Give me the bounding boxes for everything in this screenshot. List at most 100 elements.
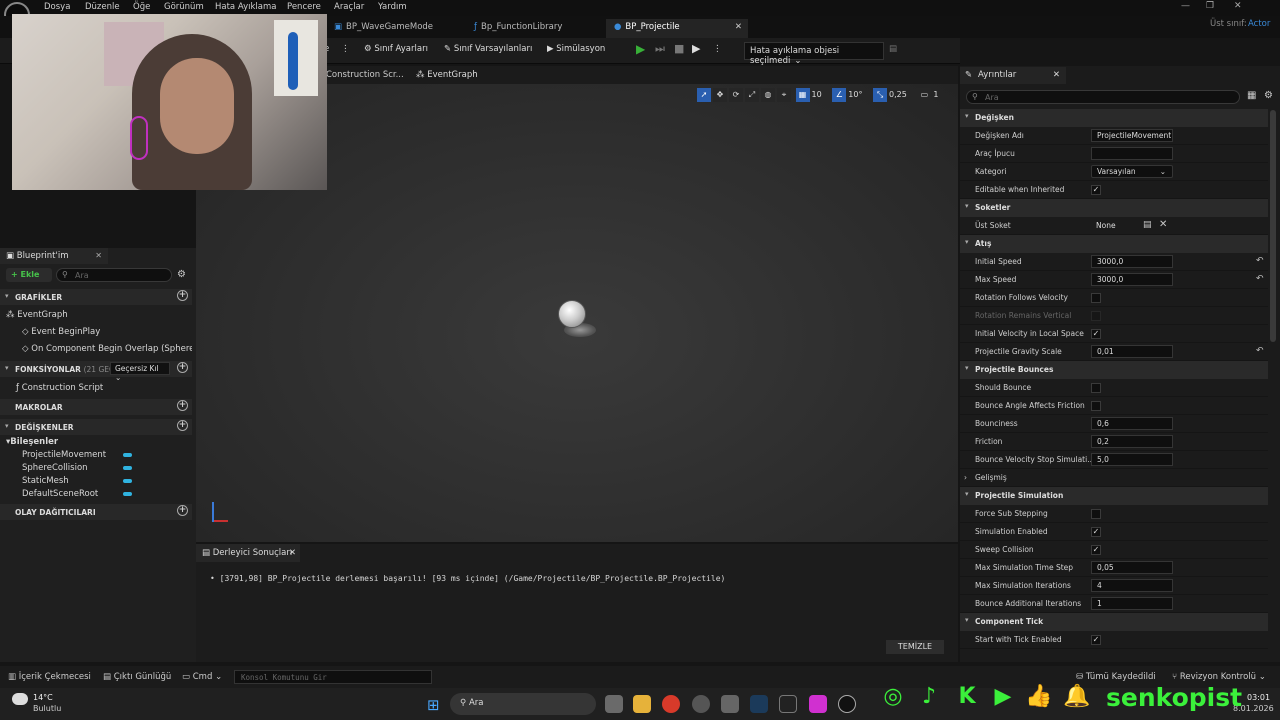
clear-socket-icon[interactable]: ✕	[1159, 219, 1167, 230]
more-options-icon[interactable]: ⋮	[341, 44, 350, 54]
stop-icon[interactable]: ■	[674, 42, 684, 55]
class-defaults-button[interactable]: ✎ Sınıf Varsayılanları	[444, 44, 532, 54]
grid-snap-icon[interactable]: ▦	[795, 88, 810, 102]
max-time-step-input[interactable]: 0,05	[1091, 561, 1173, 574]
task-view-icon[interactable]	[605, 695, 623, 713]
rotate-icon[interactable]: ⟳	[729, 88, 743, 102]
variable-item[interactable]: ProjectileMovement	[22, 450, 106, 460]
tab-eventgraph[interactable]: ⁂ EventGraph	[416, 70, 478, 80]
category-dropdown[interactable]: Varsayılan ⌄	[1091, 165, 1173, 178]
sweep-collision-checkbox[interactable]: ✓	[1091, 545, 1101, 555]
clear-button[interactable]: TEMİZLE	[886, 640, 944, 654]
scale-snap-value[interactable]: 0,25	[889, 90, 907, 99]
blueprint-search-input[interactable]: ⚲ Ara	[56, 268, 172, 282]
weather-text[interactable]: Bulutlu	[33, 704, 61, 713]
scale-snap-icon[interactable]: ⤡	[873, 88, 888, 102]
chrome-icon[interactable]	[662, 695, 680, 713]
clock-time[interactable]: 03:01	[1247, 693, 1270, 702]
macros-section[interactable]: MAKROLAR +	[0, 399, 192, 415]
simulation-button[interactable]: ▶ Simülasyon	[547, 44, 605, 54]
variable-item[interactable]: SphereCollision	[22, 463, 88, 473]
menu-window[interactable]: Pencere	[287, 2, 321, 12]
maximize-icon[interactable]: ❐	[1206, 1, 1214, 11]
tab-construction-script[interactable]: Construction Scr...	[326, 70, 404, 80]
class-settings-button[interactable]: ⚙ Sınıf Ayarları	[364, 44, 428, 54]
projectile-sphere-mesh[interactable]	[558, 300, 586, 328]
unreal-engine-icon[interactable]	[838, 695, 856, 713]
cmd-dropdown[interactable]: ▭ Cmd ⌄	[182, 672, 222, 682]
select-mode-icon[interactable]: ➚	[697, 88, 711, 102]
add-function-icon[interactable]: +	[177, 362, 188, 373]
close-tab-icon[interactable]: ✕	[735, 22, 742, 32]
section-shot[interactable]: ▾ Atış	[960, 235, 1268, 253]
add-variable-icon[interactable]: +	[177, 420, 188, 431]
scale-icon[interactable]: ⤢	[745, 88, 759, 102]
simulation-enabled-checkbox[interactable]: ✓	[1091, 527, 1101, 537]
save-all-status[interactable]: ⛁ Tümü Kaydedildi	[1076, 672, 1156, 682]
console-command-input[interactable]: Konsol Komutunu Gir	[234, 670, 432, 684]
rotation-follows-checkbox[interactable]	[1091, 293, 1101, 303]
details-scrollbar[interactable]	[1270, 110, 1276, 342]
content-drawer-button[interactable]: ▥ İçerik Çekmecesi	[8, 672, 91, 682]
menu-file[interactable]: Dosya	[44, 2, 70, 12]
details-search-input[interactable]: ⚲ Ara	[966, 90, 1240, 104]
tab-bp-projectile[interactable]: ● BP_Projectile ✕	[606, 19, 748, 38]
event-beginplay-item[interactable]: ◇ Event BeginPlay	[22, 327, 100, 337]
menu-help[interactable]: Yardım	[378, 2, 407, 12]
surface-snap-icon[interactable]: ⌖	[777, 88, 791, 102]
rotation-snap-icon[interactable]: ∠	[832, 88, 847, 102]
close-tab-icon[interactable]: ✕	[289, 548, 296, 558]
play-icon[interactable]: ▶	[636, 42, 645, 56]
browse-socket-icon[interactable]: ▤	[1143, 220, 1152, 230]
camera-speed-icon[interactable]: ▭	[917, 88, 932, 102]
sub-stepping-checkbox[interactable]	[1091, 509, 1101, 519]
eventgraph-item[interactable]: ⁂ EventGraph	[6, 310, 68, 320]
step-icon[interactable]: ⏭	[655, 42, 665, 56]
bounciness-input[interactable]: 0,6	[1091, 417, 1173, 430]
reset-icon[interactable]: ↶	[1256, 256, 1264, 266]
event-overlap-item[interactable]: ◇ On Component Begin Overlap (SphereCol	[22, 344, 192, 354]
bounce-angle-checkbox[interactable]	[1091, 401, 1101, 411]
initial-velocity-local-checkbox[interactable]: ✓	[1091, 329, 1101, 339]
variable-item[interactable]: StaticMesh	[22, 476, 69, 486]
add-dispatcher-icon[interactable]: +	[177, 505, 188, 516]
gear-icon[interactable]: ⚙	[1264, 90, 1273, 101]
editable-checkbox[interactable]: ✓	[1091, 185, 1101, 195]
start-tick-checkbox[interactable]: ✓	[1091, 635, 1101, 645]
variables-section[interactable]: ▾ DEĞİŞKENLER +	[0, 419, 192, 435]
details-tab[interactable]: ✎ Ayrıntılar ✕	[960, 67, 1066, 84]
initial-speed-input[interactable]: 3000,0	[1091, 255, 1173, 268]
compiler-results-tab[interactable]: ▤ Derleyici Sonuçları ✕	[196, 544, 300, 562]
add-button[interactable]: + Ekle	[6, 268, 52, 282]
variable-name-input[interactable]: ProjectileMovement	[1091, 129, 1173, 142]
tab-functionlibrary[interactable]: ƒ Bp_FunctionLibrary	[466, 19, 606, 38]
menu-actor[interactable]: Öğe	[133, 2, 150, 12]
obs-icon[interactable]	[809, 695, 827, 713]
epic-games-icon[interactable]	[779, 695, 797, 713]
play-options-icon[interactable]: ⋮	[713, 44, 722, 54]
add-macro-icon[interactable]: +	[177, 400, 188, 411]
variable-item[interactable]: DefaultSceneRoot	[22, 489, 98, 499]
max-iterations-input[interactable]: 4	[1091, 579, 1173, 592]
gear-icon[interactable]: ⚙	[177, 269, 186, 280]
section-bounces[interactable]: ▾ Projectile Bounces	[960, 361, 1268, 379]
revision-control-button[interactable]: ⑂ Revizyon Kontrolü ⌄	[1172, 672, 1266, 682]
tooltip-input[interactable]	[1091, 147, 1173, 160]
close-tab-icon[interactable]: ✕	[95, 251, 102, 260]
my-blueprint-tab[interactable]: ▣ Blueprint'im ✕	[0, 248, 108, 264]
max-speed-input[interactable]: 3000,0	[1091, 273, 1173, 286]
eject-play-icon[interactable]: ▶	[692, 42, 700, 55]
section-variable[interactable]: ▾ Değişken	[960, 109, 1268, 127]
construction-script-item[interactable]: ƒ Construction Script	[16, 383, 103, 393]
windows-start-icon[interactable]: ⊞	[427, 696, 440, 714]
reset-icon[interactable]: ↶	[1256, 274, 1264, 284]
bounce-iterations-input[interactable]: 1	[1091, 597, 1173, 610]
debug-browse-icon[interactable]: ▤	[889, 44, 897, 54]
bounce-stop-input[interactable]: 5,0	[1091, 453, 1173, 466]
minimize-icon[interactable]: —	[1181, 1, 1190, 11]
graphs-section[interactable]: ▾ GRAFİKLER +	[0, 289, 192, 305]
section-component-tick[interactable]: ▾ Component Tick	[960, 613, 1268, 631]
friction-input[interactable]: 0,2	[1091, 435, 1173, 448]
should-bounce-checkbox[interactable]	[1091, 383, 1101, 393]
weather-temp[interactable]: 14°C	[33, 693, 53, 702]
